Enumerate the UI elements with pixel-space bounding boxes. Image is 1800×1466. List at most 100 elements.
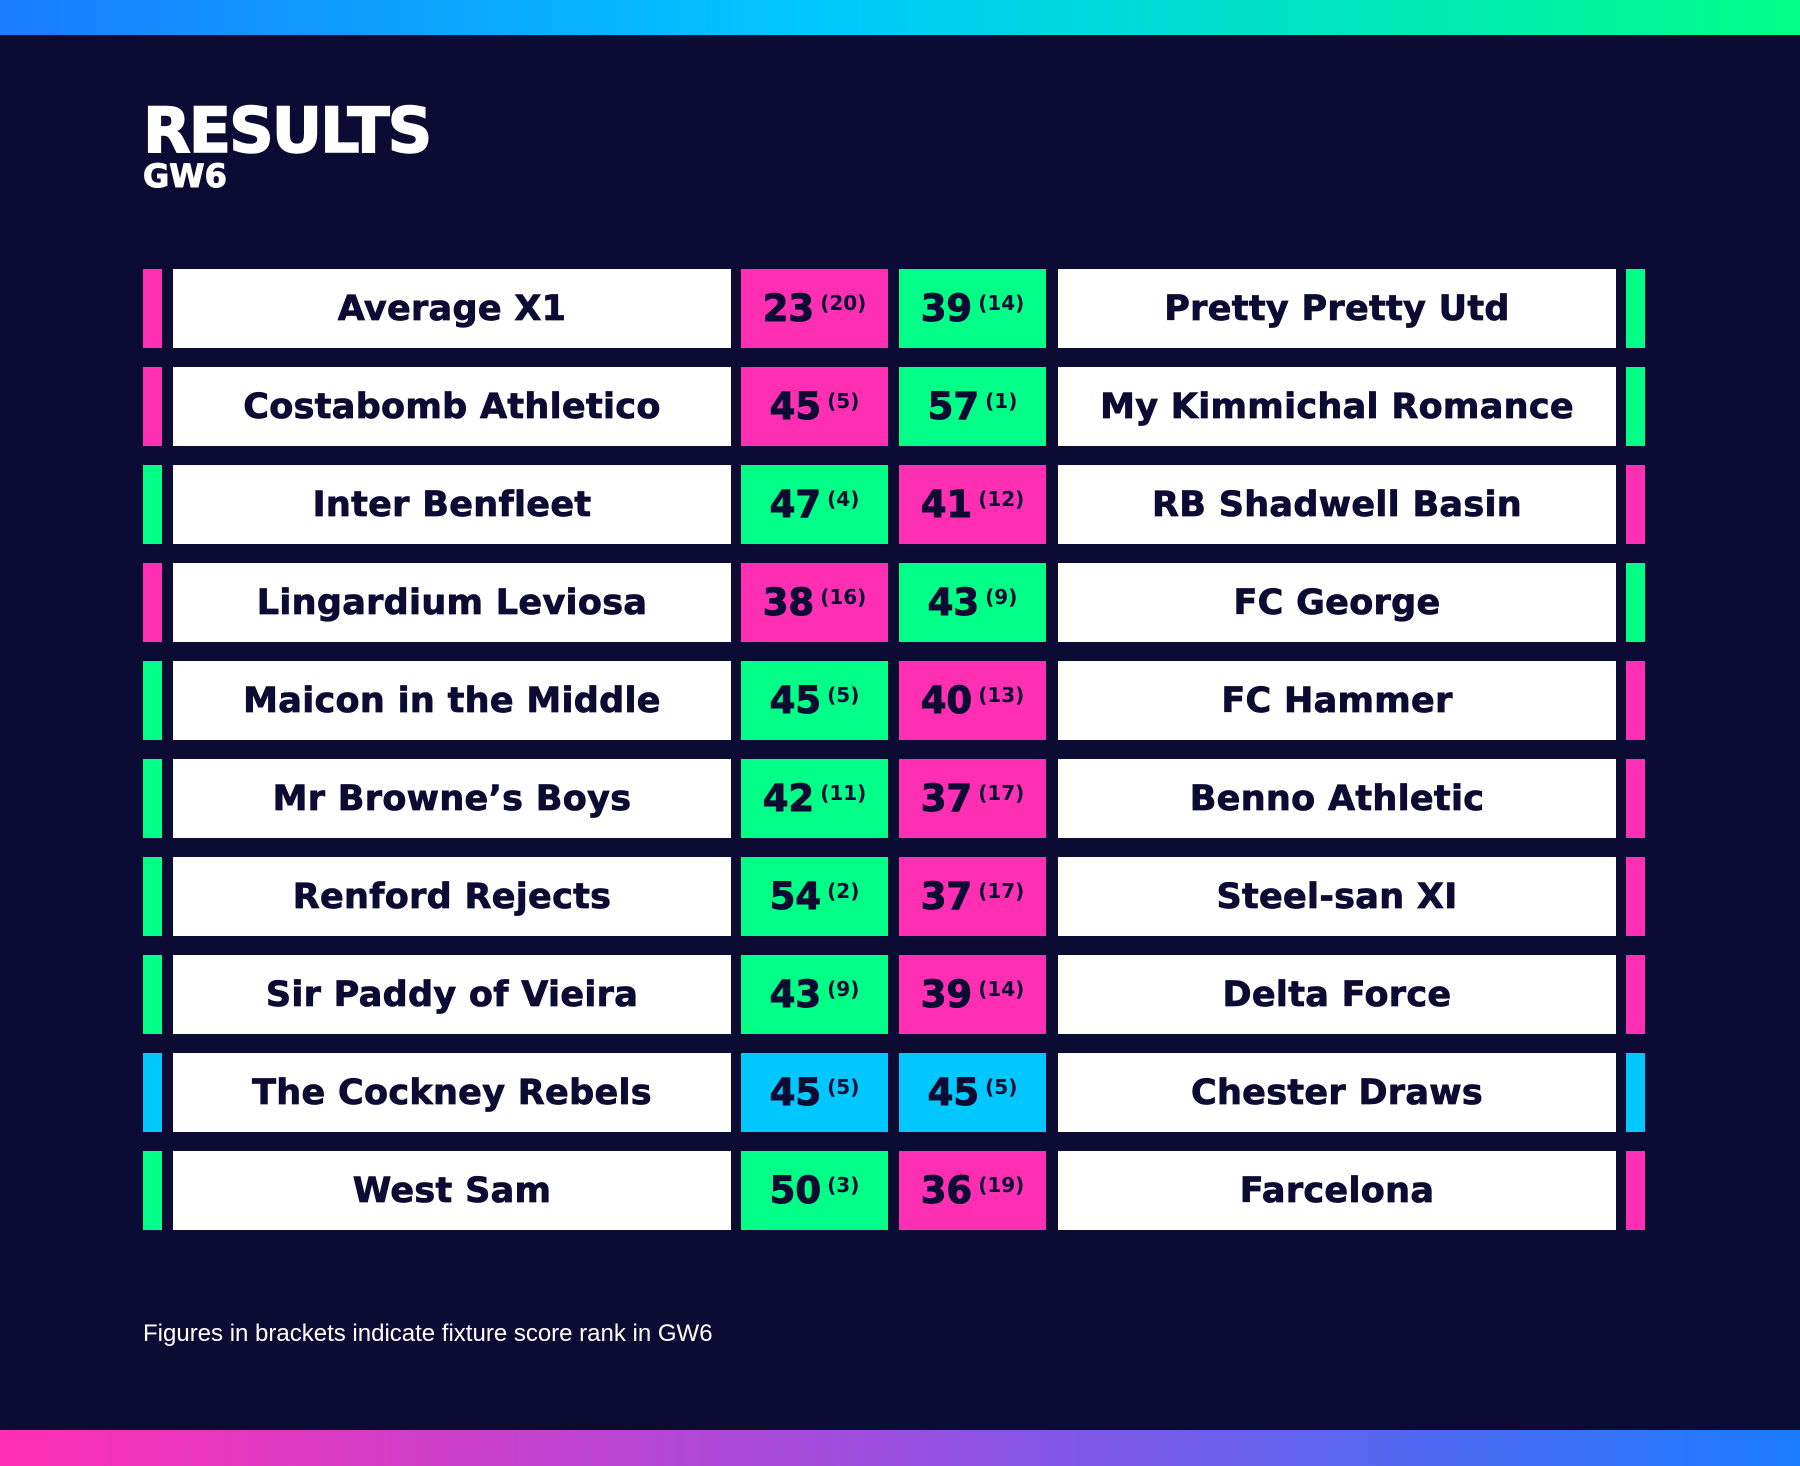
away-rank: (9) xyxy=(985,584,1018,609)
home-team-name: Average X1 xyxy=(173,269,731,348)
away-score-box: 39 (14) xyxy=(899,269,1046,348)
home-team-name: Sir Paddy of Vieira xyxy=(173,955,731,1034)
away-rank: (12) xyxy=(978,486,1025,511)
home-score-box: 38 (16) xyxy=(741,563,888,642)
away-result-indicator xyxy=(1626,563,1645,642)
top-gradient-bar xyxy=(0,0,1800,35)
home-score: 47 xyxy=(769,483,822,527)
away-score-box: 45 (5) xyxy=(899,1053,1046,1132)
home-result-indicator xyxy=(143,367,162,446)
home-result-indicator xyxy=(143,857,162,936)
away-team-name: FC George xyxy=(1058,563,1616,642)
away-result-indicator xyxy=(1626,661,1645,740)
away-score: 39 xyxy=(920,287,973,331)
home-result-indicator xyxy=(143,465,162,544)
away-result-indicator xyxy=(1626,955,1645,1034)
home-result-indicator xyxy=(143,1053,162,1132)
away-score: 37 xyxy=(920,875,973,919)
home-result-indicator xyxy=(143,269,162,348)
away-rank: (1) xyxy=(985,388,1018,413)
away-score-box: 37 (17) xyxy=(899,857,1046,936)
home-score: 50 xyxy=(769,1169,822,1213)
home-score-box: 42 (11) xyxy=(741,759,888,838)
away-rank: (13) xyxy=(978,682,1025,707)
home-team-name: The Cockney Rebels xyxy=(173,1053,731,1132)
away-team-name: Steel-san XI xyxy=(1058,857,1616,936)
away-score-box: 37 (17) xyxy=(899,759,1046,838)
home-rank: (5) xyxy=(827,388,860,413)
home-rank: (4) xyxy=(827,486,860,511)
away-rank: (14) xyxy=(978,290,1025,315)
home-score-box: 50 (3) xyxy=(741,1151,888,1230)
away-score-box: 39 (14) xyxy=(899,955,1046,1034)
home-team-name: West Sam xyxy=(173,1151,731,1230)
home-score-box: 47 (4) xyxy=(741,465,888,544)
home-rank: (11) xyxy=(820,780,867,805)
home-score-box: 45 (5) xyxy=(741,367,888,446)
home-score: 23 xyxy=(762,287,815,331)
away-score-box: 57 (1) xyxy=(899,367,1046,446)
away-result-indicator xyxy=(1626,1053,1645,1132)
away-score: 45 xyxy=(927,1071,980,1115)
away-rank: (5) xyxy=(985,1074,1018,1099)
away-result-indicator xyxy=(1626,759,1645,838)
away-rank: (17) xyxy=(978,878,1025,903)
home-score-box: 45 (5) xyxy=(741,661,888,740)
home-rank: (3) xyxy=(827,1172,860,1197)
away-team-name: Benno Athletic xyxy=(1058,759,1616,838)
home-team-name: Mr Browne’s Boys xyxy=(173,759,731,838)
away-team-name: Farcelona xyxy=(1058,1151,1616,1230)
home-rank: (20) xyxy=(820,290,867,315)
results-table: Average X1 23 (20) 39 (14) Pretty Pretty Utd C… xyxy=(143,269,1645,1249)
away-result-indicator xyxy=(1626,269,1645,348)
home-score-box: 23 (20) xyxy=(741,269,888,348)
home-score-box: 54 (2) xyxy=(741,857,888,936)
fixture-row: Mr Browne’s Boys 42 (11) 37 (17) Benno Athlet… xyxy=(143,759,1645,838)
away-score: 40 xyxy=(920,679,973,723)
home-team-name: Lingardium Leviosa xyxy=(173,563,731,642)
away-team-name: RB Shadwell Basin xyxy=(1058,465,1616,544)
gameweek-label: GW6 xyxy=(143,157,228,195)
home-result-indicator xyxy=(143,1151,162,1230)
away-rank: (19) xyxy=(978,1172,1025,1197)
home-result-indicator xyxy=(143,955,162,1034)
away-team-name: Delta Force xyxy=(1058,955,1616,1034)
page-title: RESULTS xyxy=(142,94,433,167)
home-team-name: Inter Benfleet xyxy=(173,465,731,544)
home-score: 45 xyxy=(769,679,822,723)
home-rank: (5) xyxy=(827,1074,860,1099)
fixture-row: Average X1 23 (20) 39 (14) Pretty Pretty Utd xyxy=(143,269,1645,348)
fixture-row: The Cockney Rebels 45 (5) 45 (5) Chester Draw… xyxy=(143,1053,1645,1132)
home-score: 38 xyxy=(762,581,815,625)
home-result-indicator xyxy=(143,759,162,838)
home-score: 42 xyxy=(762,777,815,821)
bottom-gradient-bar xyxy=(0,1430,1800,1466)
away-score: 43 xyxy=(927,581,980,625)
away-score-box: 43 (9) xyxy=(899,563,1046,642)
home-rank: (2) xyxy=(827,878,860,903)
away-score: 39 xyxy=(920,973,973,1017)
home-result-indicator xyxy=(143,661,162,740)
fixture-row: Maicon in the Middle 45 (5) 40 (13) FC Hammer xyxy=(143,661,1645,740)
fixture-row: Sir Paddy of Vieira 43 (9) 39 (14) Delta Forc… xyxy=(143,955,1645,1034)
home-score-box: 43 (9) xyxy=(741,955,888,1034)
away-score: 36 xyxy=(920,1169,973,1213)
away-score-box: 41 (12) xyxy=(899,465,1046,544)
fixture-row: West Sam 50 (3) 36 (19) Farcelona xyxy=(143,1151,1645,1230)
away-team-name: My Kimmichal Romance xyxy=(1058,367,1616,446)
away-score-box: 36 (19) xyxy=(899,1151,1046,1230)
fixture-row: Inter Benfleet 47 (4) 41 (12) RB Shadwell Bas… xyxy=(143,465,1645,544)
away-result-indicator xyxy=(1626,465,1645,544)
footnote: Figures in brackets indicate fixture sco… xyxy=(143,1320,713,1347)
away-score: 57 xyxy=(927,385,980,429)
away-rank: (17) xyxy=(978,780,1025,805)
fixture-row: Renford Rejects 54 (2) 37 (17) Steel-san XI xyxy=(143,857,1645,936)
away-score-box: 40 (13) xyxy=(899,661,1046,740)
away-team-name: FC Hammer xyxy=(1058,661,1616,740)
away-score: 37 xyxy=(920,777,973,821)
home-result-indicator xyxy=(143,563,162,642)
home-team-name: Maicon in the Middle xyxy=(173,661,731,740)
fixture-row: Lingardium Leviosa 38 (16) 43 (9) FC George xyxy=(143,563,1645,642)
home-rank: (16) xyxy=(820,584,867,609)
away-result-indicator xyxy=(1626,1151,1645,1230)
